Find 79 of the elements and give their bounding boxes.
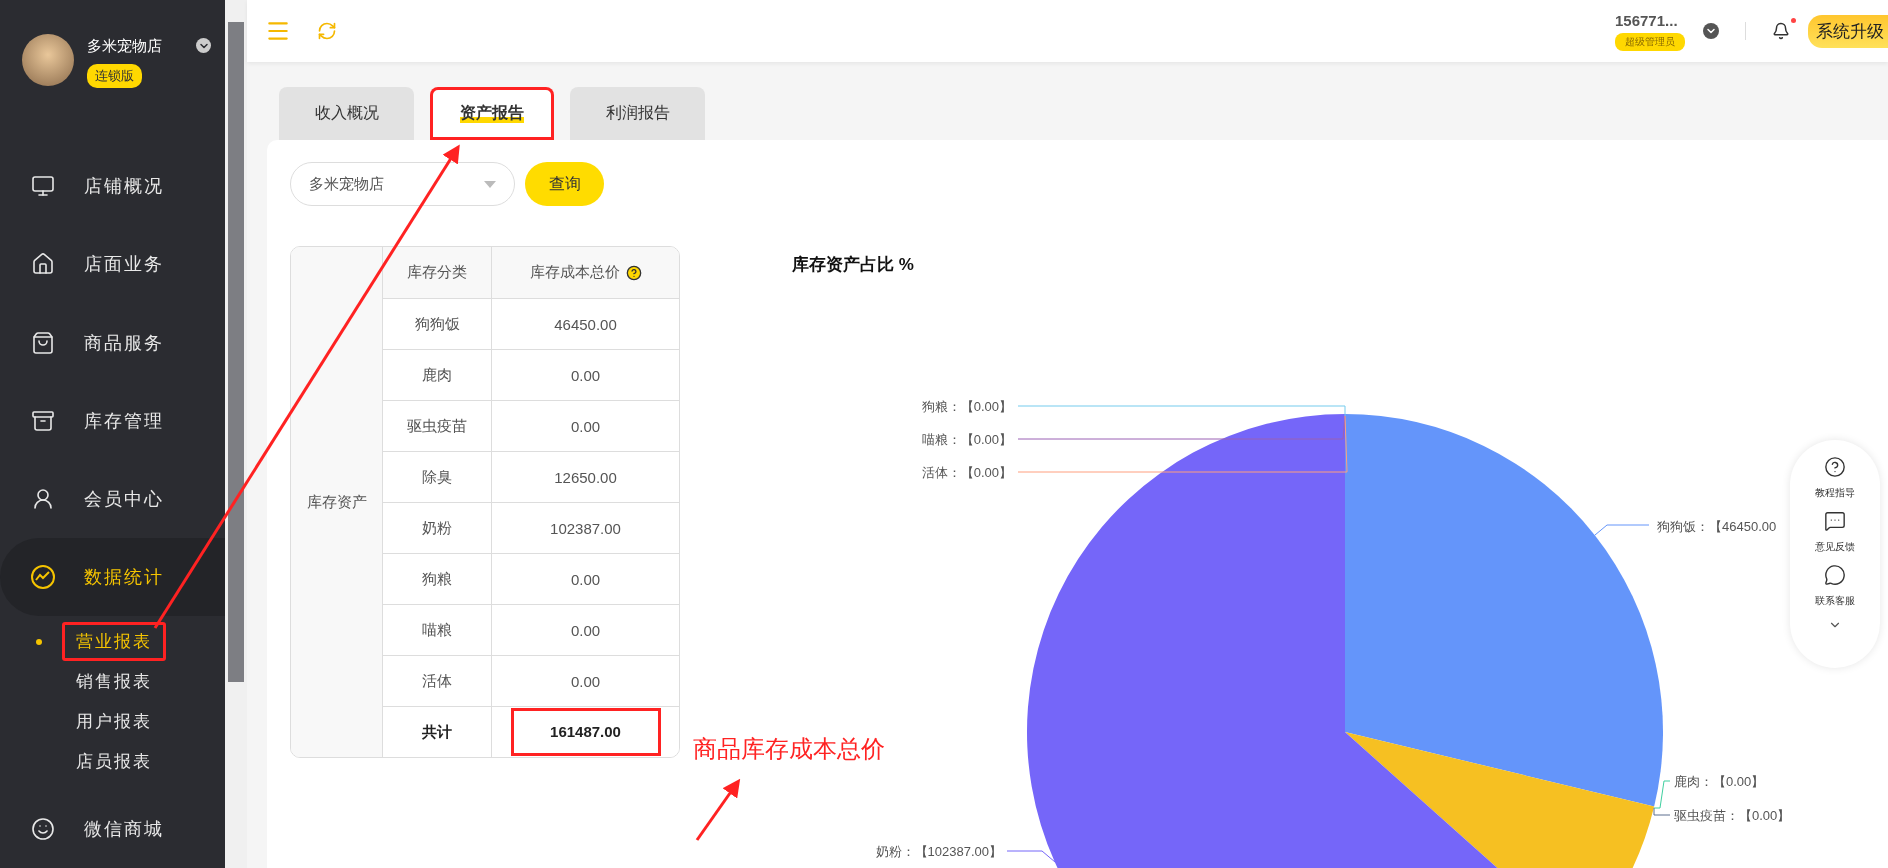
tab[interactable]: 收入概况 <box>279 87 414 140</box>
table-cell: 狗狗饭 <box>414 314 460 332</box>
help-panel-item[interactable]: 意见反馈 <box>1815 510 1855 554</box>
table-cell: 狗粮 <box>422 569 452 587</box>
caret-icon <box>484 180 496 188</box>
slice-label: 狗粮：【0.00】 <box>921 399 1012 414</box>
user-name: 156771... <box>1615 11 1679 29</box>
table-cell: 0.00 <box>570 417 601 435</box>
sidebar-item[interactable]: 数据统计 <box>0 537 225 616</box>
sidebar-item[interactable]: 店铺概况 <box>0 147 225 226</box>
total-label: 共计 <box>422 722 452 740</box>
table-cell: 0.00 <box>570 672 601 690</box>
slice-label: 奶粉：【102387.00】 <box>875 844 1002 859</box>
slice-label: 鹿肉：【0.00】 <box>1674 774 1765 789</box>
table-cell: 0.00 <box>570 570 601 588</box>
avatar-placeholder <box>22 34 74 86</box>
chart-title: 库存资产占比 % <box>792 255 914 274</box>
chat-dots-icon <box>1824 510 1846 532</box>
menu-item-icon <box>31 816 55 841</box>
help-icon <box>1824 456 1846 478</box>
slice-label: 喵粮：【0.00】 <box>921 432 1012 447</box>
table-cell: 0.00 <box>570 621 601 639</box>
store-name: 多米宠物店 <box>87 37 162 56</box>
menu-item-icon <box>31 174 55 199</box>
upgrade-button[interactable]: 系统升级 <box>1808 14 1888 48</box>
tab[interactable]: 资产报告 <box>430 87 554 140</box>
sidebar-subitem[interactable]: 营业报表 <box>62 622 166 662</box>
sidebar-item[interactable]: 微信商城 <box>0 789 225 868</box>
table-cell: 喵粮 <box>422 620 452 638</box>
chart-circle-icon <box>30 563 56 590</box>
total-value: 161487.00 <box>510 708 661 756</box>
table-cell: 活体 <box>422 671 452 689</box>
annotation-text: 商品库存成本总价 <box>693 734 885 764</box>
group-label: 库存资产 <box>306 492 367 510</box>
table-cell: 除臭 <box>422 467 452 485</box>
leader-line <box>1006 850 1056 863</box>
sidebar-subitem[interactable]: 销售报表 <box>62 662 166 702</box>
sidebar-item-label: 会员中心 <box>84 487 164 511</box>
menu-item-icon <box>31 408 55 433</box>
table-cell: 0.00 <box>570 366 601 384</box>
sidebar-item-label: 库存管理 <box>84 409 164 433</box>
table-cell: 46450.00 <box>554 315 617 333</box>
edition-badge: 连锁版 <box>87 64 142 88</box>
slice-label: 狗狗饭：【46450.00 <box>1657 519 1777 534</box>
scrollbar[interactable] <box>225 0 247 868</box>
table-cell: 奶粉 <box>422 518 452 536</box>
role-badge: 超级管理员 <box>1615 32 1685 51</box>
table-cell: 驱虫疫苗 <box>407 416 467 434</box>
chevron-down-icon[interactable] <box>1703 23 1719 39</box>
leader-line <box>1594 524 1650 536</box>
tab[interactable]: 利润报告 <box>570 87 705 140</box>
sidebar-item-label: 微信商城 <box>84 817 164 841</box>
slice-label: 驱虫疫苗：【0.00】 <box>1674 808 1791 823</box>
sidebar-subitem[interactable]: 店员报表 <box>62 742 166 782</box>
table-cell: 12650.00 <box>554 468 617 486</box>
help-panel-item[interactable]: 教程指导 <box>1815 456 1855 500</box>
sidebar-item[interactable]: 商品服务 <box>0 303 225 382</box>
speech-bubble-icon <box>1824 564 1846 586</box>
column-header: 库存成本总价 <box>529 263 620 282</box>
column-header: 库存分类 <box>407 263 467 280</box>
help-icon[interactable] <box>625 264 642 281</box>
sidebar-item-label: 商品服务 <box>84 331 164 355</box>
sidebar-item[interactable]: 库存管理 <box>0 381 225 460</box>
sidebar-item-label: 店面业务 <box>84 253 164 277</box>
sidebar-item[interactable]: 店面业务 <box>0 225 225 304</box>
menu-item-icon <box>31 486 55 511</box>
sidebar-item-label: 数据统计 <box>84 565 164 589</box>
sidebar-subitem[interactable]: 用户报表 <box>62 702 166 742</box>
sidebar-item[interactable]: 会员中心 <box>0 459 225 538</box>
table-cell: 鹿肉 <box>422 365 452 383</box>
menu-item-icon <box>31 252 55 277</box>
slice-label: 活体：【0.00】 <box>921 465 1012 480</box>
query-button[interactable]: 查询 <box>525 162 604 206</box>
chevron-down-icon[interactable] <box>196 38 211 53</box>
menu-item-icon <box>31 330 55 355</box>
table-cell: 102387.00 <box>550 519 621 537</box>
help-panel-item[interactable]: 联系客服 <box>1815 564 1855 608</box>
sidebar-item-label: 店铺概况 <box>84 175 164 199</box>
annotation-arrow <box>695 778 741 841</box>
